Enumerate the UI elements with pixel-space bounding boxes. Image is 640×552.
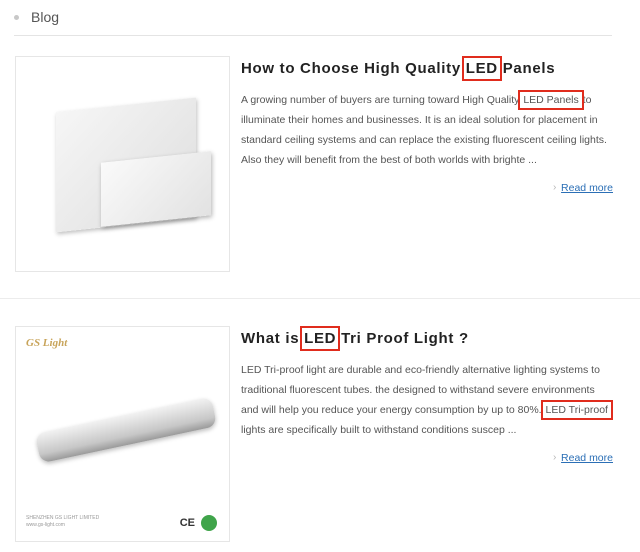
small-panel-shape: [101, 151, 211, 227]
chevron-right-icon: ›: [553, 452, 557, 463]
excerpt-highlight: LED Tri-proof: [540, 400, 613, 420]
excerpt-text: lights are specifically built to withsta…: [241, 424, 517, 436]
post-excerpt: A growing number of buyers are turning t…: [241, 90, 611, 170]
post-title[interactable]: How to Choose High Quality LED Panels: [241, 56, 556, 81]
footer-line: www.gs-light.com: [26, 522, 65, 528]
read-more-link[interactable]: Read more: [561, 452, 613, 464]
thumb-footer: SHENZHEN GS LIGHT LIMITED www.gs-light.c…: [26, 515, 99, 529]
footer-line: SHENZHEN GS LIGHT LIMITED: [26, 515, 100, 521]
tri-proof-light-image[interactable]: GS Light SHENZHEN GS LIGHT LIMITED www.g…: [15, 326, 230, 542]
brand-logo: GS Light: [26, 337, 68, 349]
eco-leaf-icon: [201, 515, 217, 531]
post-title[interactable]: What is LED Tri Proof Light ?: [241, 326, 469, 351]
bullet-icon: [14, 14, 19, 20]
read-more-link[interactable]: Read more: [561, 182, 613, 194]
blog-post: How to Choose High Quality LED Panels A …: [0, 56, 640, 274]
post-excerpt: LED Tri-proof light are durable and eco-…: [241, 360, 613, 440]
breadcrumb: Blog: [14, 8, 59, 26]
excerpt-highlight: LED Panels: [518, 90, 584, 110]
title-text: Panels: [497, 60, 556, 77]
title-text: What is: [241, 330, 305, 347]
led-panel-image[interactable]: [15, 56, 230, 272]
divider: [0, 298, 640, 299]
chevron-right-icon: ›: [553, 182, 557, 193]
title-highlight: LED: [461, 56, 502, 81]
title-text: Tri Proof Light ?: [336, 330, 469, 347]
blog-post: GS Light SHENZHEN GS LIGHT LIMITED www.g…: [0, 326, 640, 542]
title-text: How to Choose High Quality: [241, 60, 466, 77]
light-tube-shape: [34, 396, 218, 464]
title-highlight: LED: [300, 326, 341, 351]
breadcrumb-blog[interactable]: Blog: [31, 9, 59, 25]
divider: [14, 35, 612, 36]
ce-mark-icon: CE: [179, 517, 195, 529]
excerpt-text: A growing number of buyers are turning t…: [241, 94, 523, 106]
